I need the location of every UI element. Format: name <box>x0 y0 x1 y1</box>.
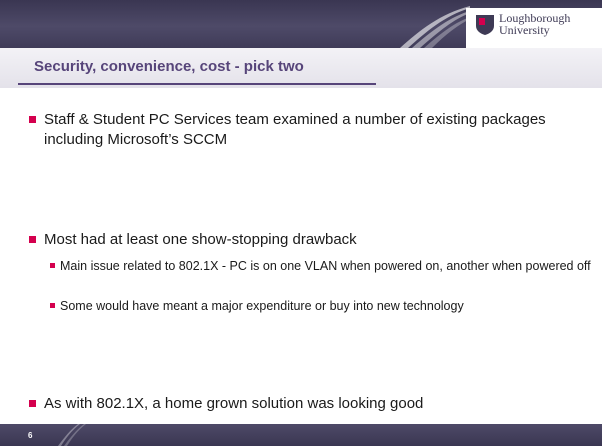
slide-title: Security, convenience, cost - pick two <box>34 58 304 75</box>
bullet-3-text: As with 802.1X, a home grown solution wa… <box>44 395 424 412</box>
bullet-1: Staff & Student PC Services team examine… <box>28 110 596 150</box>
bullet-marker <box>29 236 36 243</box>
university-shield-icon <box>476 15 494 35</box>
sub-bullet-marker <box>50 263 55 268</box>
bullet-3: As with 802.1X, a home grown solution wa… <box>28 394 596 414</box>
sub-bullet-marker <box>50 303 55 308</box>
bullet-2: Most had at least one show-stopping draw… <box>28 230 596 250</box>
sub-bullet-2-2-text: Some would have meant a major expenditur… <box>60 299 464 313</box>
footer-swoosh-decoration <box>58 424 86 446</box>
bullet-marker <box>29 116 36 123</box>
page-number: 6 <box>28 431 33 440</box>
sub-bullet-2-1: Main issue related to 802.1X - PC is on … <box>50 258 600 274</box>
bullet-1-text: Staff & Student PC Services team examine… <box>44 111 546 148</box>
bullet-2-text: Most had at least one show-stopping draw… <box>44 231 357 248</box>
bullet-marker <box>29 400 36 407</box>
university-logo-text: Loughborough University <box>499 12 599 36</box>
sub-bullet-2-1-text: Main issue related to 802.1X - PC is on … <box>60 259 591 273</box>
sub-bullet-2-2: Some would have meant a major expenditur… <box>50 298 600 314</box>
title-underline <box>18 83 376 85</box>
logo-line-2: University <box>499 23 550 37</box>
